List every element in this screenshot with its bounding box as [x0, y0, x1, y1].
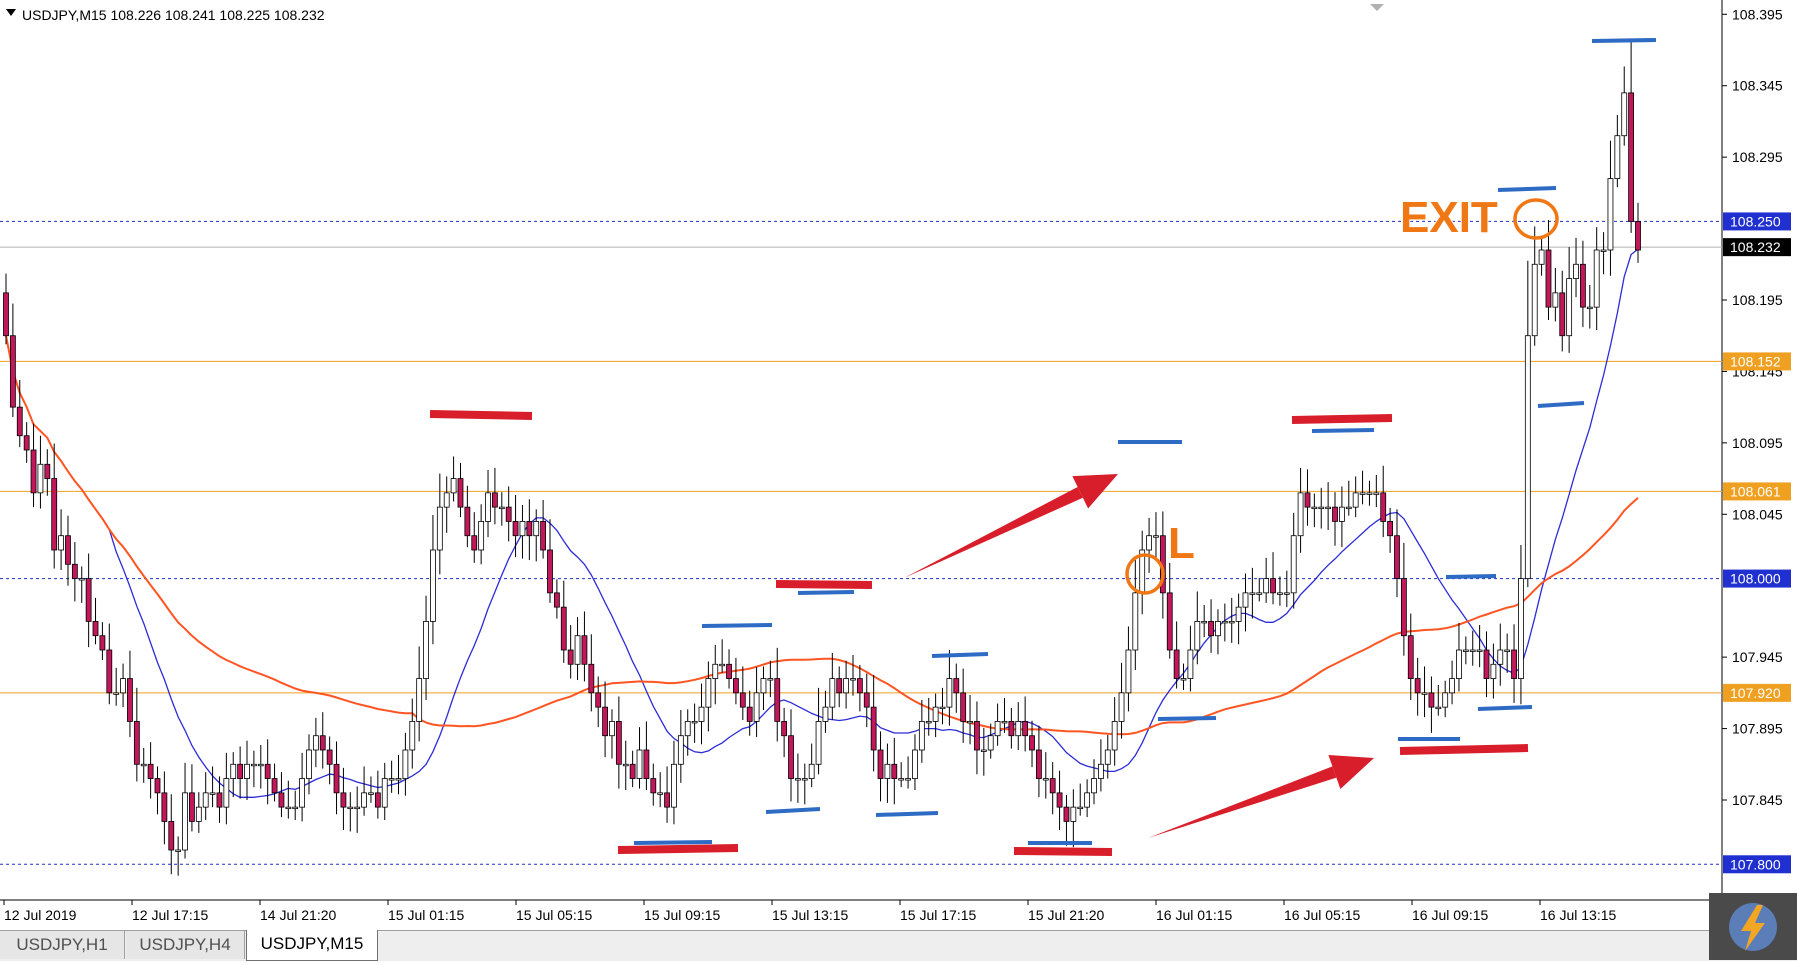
lightning-logo-icon [1709, 893, 1797, 960]
level-mark-line[interactable] [1445, 574, 1497, 579]
level-mark-line[interactable] [1497, 186, 1557, 192]
x-tick-label: 15 Jul 05:15 [516, 907, 592, 923]
level-mark-line[interactable] [797, 590, 855, 595]
exit-label: EXIT [1400, 193, 1498, 242]
x-tick-label: 12 Jul 17:15 [132, 907, 208, 923]
entry-label: L [1168, 519, 1195, 568]
x-tick-label: 16 Jul 13:15 [1540, 907, 1616, 923]
level-mark-line[interactable] [429, 410, 533, 420]
x-tick-label: 12 Jul 2019 [4, 907, 77, 923]
x-tick-label: 14 Jul 21:20 [260, 907, 336, 923]
chart-tab-bar: USDJPY,H1 USDJPY,H4 USDJPY,M15 [0, 930, 1797, 961]
level-mark-line[interactable] [1291, 414, 1393, 424]
tab-usdjpy-h1[interactable]: USDJPY,H1 [0, 931, 125, 959]
level-mark-line[interactable] [1157, 716, 1217, 721]
price-level-label: 108.250 [1730, 213, 1781, 229]
price-chart[interactable]: 108.395 108.345 108.295 108.195 108.145 108.0… [0, 0, 1797, 930]
y-tick-label: 108.345 [1732, 78, 1783, 94]
level-mark-line[interactable] [701, 623, 773, 628]
y-tick-label: 107.845 [1732, 792, 1783, 808]
price-level-label: 108.232 [1730, 239, 1781, 255]
x-tick-label: 16 Jul 01:15 [1156, 907, 1232, 923]
price-level-label: 107.800 [1730, 856, 1781, 872]
symbol-info: USDJPY,M15 108.226 108.241 108.225 108.2… [22, 7, 325, 23]
level-mark-line[interactable] [1311, 428, 1375, 433]
y-tick-label: 108.045 [1732, 506, 1783, 522]
x-tick-label: 16 Jul 05:15 [1284, 907, 1360, 923]
price-level-label: 108.000 [1730, 571, 1781, 587]
level-mark-line[interactable] [633, 840, 713, 845]
x-tick-label: 15 Jul 13:15 [772, 907, 848, 923]
level-mark-line[interactable] [931, 652, 989, 658]
level-mark-line[interactable] [1399, 744, 1529, 755]
x-tick-label: 15 Jul 21:20 [1028, 907, 1104, 923]
price-level-label: 108.061 [1730, 483, 1781, 499]
level-mark-line[interactable] [617, 844, 739, 854]
x-tick-label: 15 Jul 01:15 [388, 907, 464, 923]
level-mark-line[interactable] [775, 580, 873, 589]
x-tick-label: 15 Jul 09:15 [644, 907, 720, 923]
y-tick-label: 108.195 [1732, 292, 1783, 308]
y-tick-label: 108.295 [1732, 149, 1783, 165]
x-tick-label: 15 Jul 17:15 [900, 907, 976, 923]
x-tick-label: 16 Jul 09:15 [1412, 907, 1488, 923]
price-level-label: 108.152 [1730, 353, 1781, 369]
y-tick-label: 108.095 [1732, 435, 1783, 451]
tab-usdjpy-h4[interactable]: USDJPY,H4 [126, 931, 245, 959]
y-tick-label: 107.895 [1732, 721, 1783, 737]
level-mark-line[interactable] [1013, 847, 1113, 856]
y-tick-label: 108.395 [1732, 6, 1783, 22]
tab-usdjpy-m15[interactable]: USDJPY,M15 [246, 930, 378, 961]
level-mark-line[interactable] [1477, 705, 1533, 711]
level-mark-line[interactable] [875, 811, 939, 817]
y-tick-label: 107.945 [1732, 649, 1783, 665]
price-level-label: 107.920 [1730, 685, 1781, 701]
level-mark-line[interactable] [1591, 38, 1657, 43]
